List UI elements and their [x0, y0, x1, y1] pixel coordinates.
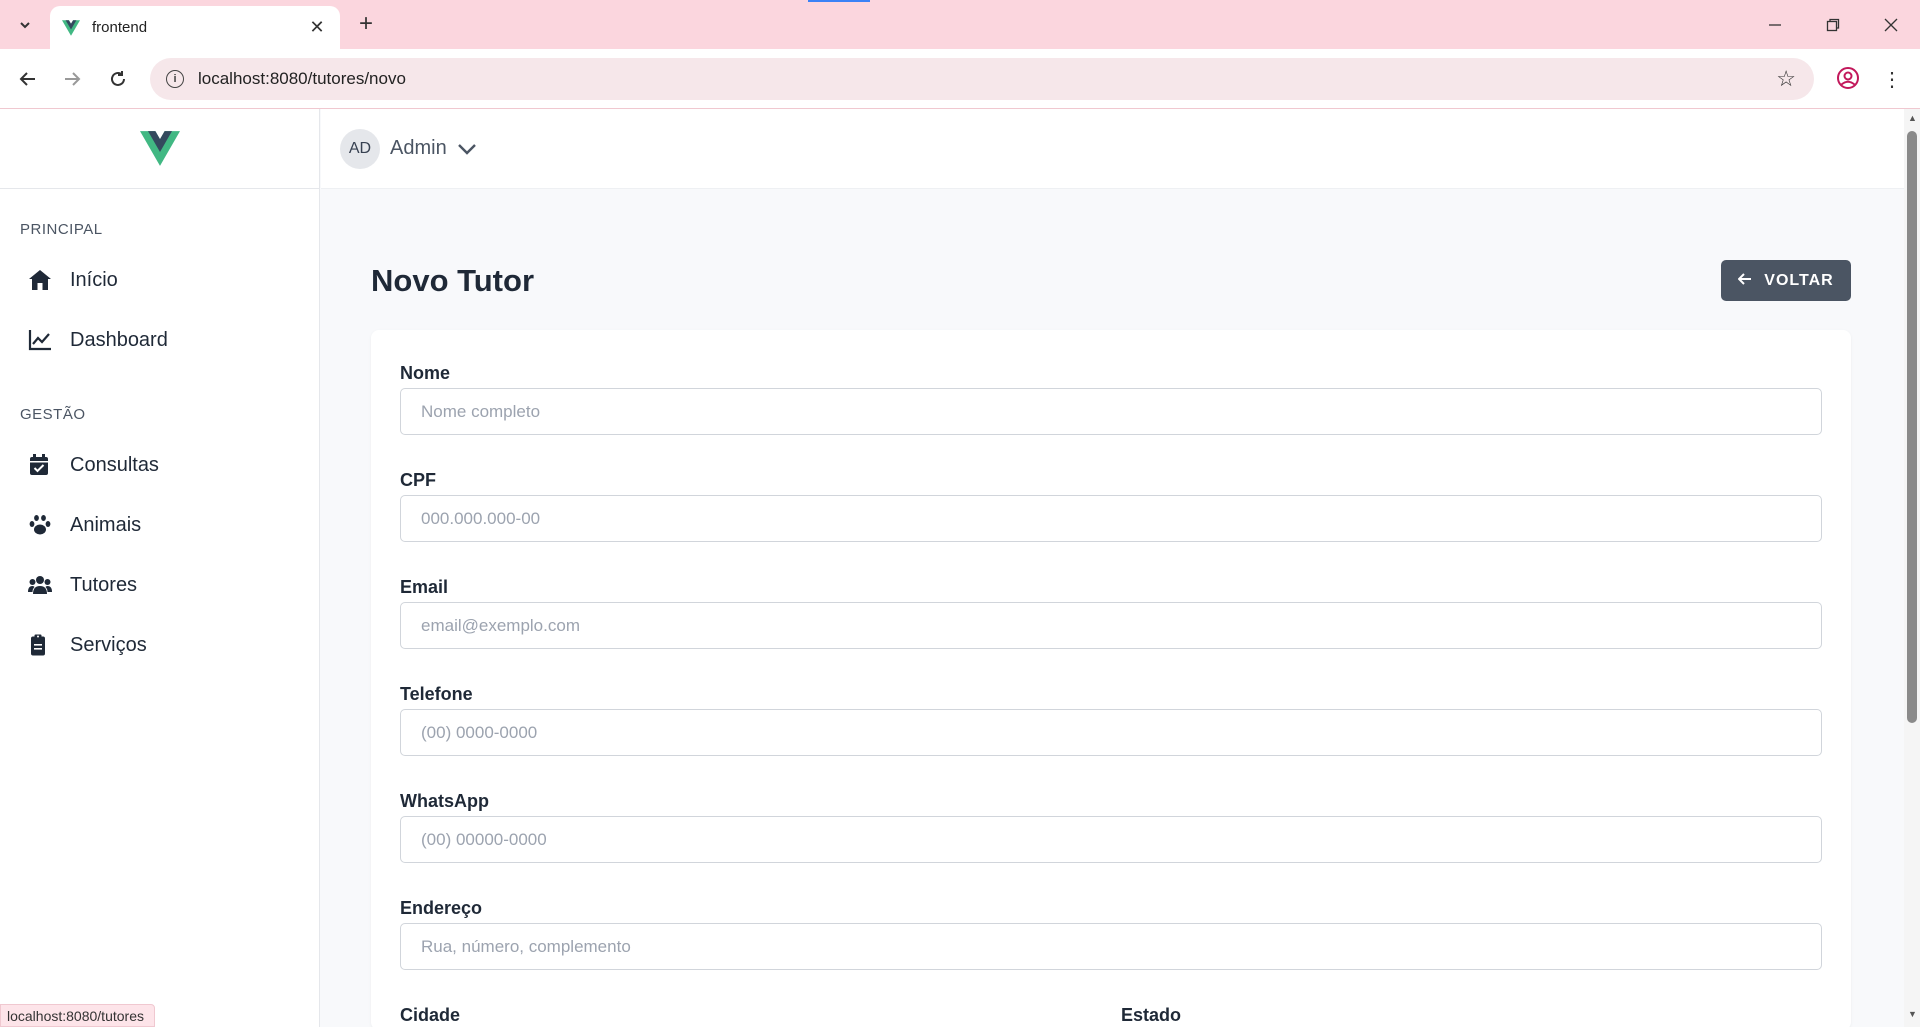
scroll-down-arrow[interactable]: ▼ [1908, 1009, 1917, 1019]
reload-button[interactable] [102, 63, 134, 95]
chevron-down-icon[interactable] [457, 142, 477, 156]
nome-label: Nome [400, 363, 451, 383]
new-tab-button[interactable]: + [352, 10, 380, 38]
scroll-thumb[interactable] [1907, 131, 1917, 723]
arrow-right-icon [65, 72, 81, 86]
email-label: Email [400, 577, 449, 597]
sidebar-item-label: Serviços [70, 633, 147, 656]
sidebar-item-tutores[interactable]: Tutores [0, 555, 319, 615]
browser-tabbar: frontend ✕ + [0, 0, 1920, 49]
app-page: PRINCIPAL Início Dashboard GESTÃO Consul… [0, 109, 1904, 1027]
sidebar-item-label: Animais [70, 513, 142, 536]
whatsapp-input[interactable] [400, 816, 1822, 863]
restore-icon [1826, 18, 1840, 31]
back-button[interactable]: VOLTAR [1721, 260, 1851, 301]
telefone-input[interactable] [400, 709, 1822, 756]
chart-line-icon [28, 330, 51, 351]
endereco-input[interactable] [400, 923, 1822, 970]
page-title: Novo Tutor [371, 263, 535, 298]
arrow-left-icon [1737, 272, 1752, 290]
calendar-check-icon [30, 454, 48, 475]
avatar[interactable]: AD [340, 128, 380, 169]
close-window-button[interactable] [1862, 0, 1920, 49]
estado-label: Estado [1121, 1005, 1182, 1025]
vue-logo-icon [62, 19, 80, 36]
address-bar[interactable]: i localhost:8080/tutores/novo ☆ [150, 58, 1814, 100]
cpf-label: CPF [400, 470, 436, 490]
restore-button[interactable] [1804, 0, 1862, 49]
sidebar-item-animais[interactable]: Animais [0, 495, 319, 555]
user-menu-name[interactable]: Admin [390, 137, 447, 160]
nav-section-gestao: GESTÃO [20, 406, 86, 423]
close-icon [1884, 18, 1898, 31]
users-icon [28, 576, 52, 594]
info-icon[interactable]: i [166, 70, 184, 88]
minimize-button[interactable] [1746, 0, 1804, 49]
back-button-label: VOLTAR [1764, 271, 1834, 289]
status-url-bubble: localhost:8080/tutores [0, 1004, 155, 1027]
cidade-label: Cidade [400, 1005, 461, 1025]
topbar: AD Admin [321, 109, 1904, 189]
nav-section-principal: PRINCIPAL [20, 221, 103, 238]
email-input[interactable] [400, 602, 1822, 649]
endereco-label: Endereço [400, 898, 483, 918]
whatsapp-label: WhatsApp [400, 791, 489, 811]
sidebar-item-label: Início [70, 268, 118, 291]
cpf-input[interactable] [400, 495, 1822, 542]
sidebar-item-label: Consultas [70, 453, 159, 476]
sidebar-item-label: Tutores [70, 573, 138, 596]
nome-input[interactable] [400, 388, 1822, 435]
scroll-up-arrow[interactable]: ▲ [1908, 113, 1917, 123]
reload-icon [111, 71, 125, 86]
browser-tab[interactable]: frontend ✕ [50, 6, 340, 49]
home-icon [29, 270, 51, 290]
paw-icon [29, 515, 51, 535]
vue-logo-icon [139, 131, 180, 166]
logo-area[interactable] [0, 109, 319, 189]
tab-title: frontend [92, 19, 148, 36]
arrow-left-icon [19, 72, 35, 86]
forward-nav-button[interactable] [56, 63, 88, 95]
tab-close-icon[interactable]: ✕ [306, 17, 328, 38]
tab-search-button[interactable] [8, 8, 42, 42]
sidebar: PRINCIPAL Início Dashboard GESTÃO Consul… [0, 109, 320, 1027]
browser-menu-icon[interactable]: ⋮ [1880, 64, 1904, 94]
telefone-label: Telefone [400, 684, 473, 704]
tutor-form: Nome CPF Email Telefone WhatsApp Endereç… [371, 330, 1851, 1027]
page-scrollbar[interactable]: ▲ ▼ [1904, 109, 1920, 1027]
sidebar-item-inicio[interactable]: Início [0, 250, 319, 310]
top-indicator [808, 0, 870, 2]
chevron-down-icon [20, 22, 30, 29]
sidebar-item-label: Dashboard [70, 328, 168, 351]
bookmark-star-icon[interactable]: ☆ [1776, 66, 1796, 92]
clipboard-icon [31, 634, 45, 656]
back-nav-button[interactable] [12, 63, 44, 95]
url-text[interactable]: localhost:8080/tutores/novo [198, 69, 1776, 89]
browser-toolbar: i localhost:8080/tutores/novo ☆ ⋮ [0, 49, 1920, 109]
sidebar-item-consultas[interactable]: Consultas [0, 435, 319, 495]
sidebar-item-servicos[interactable]: Serviços [0, 615, 319, 675]
sidebar-item-dashboard[interactable]: Dashboard [0, 310, 319, 370]
minimize-icon [1769, 23, 1781, 26]
profile-icon[interactable] [1834, 64, 1862, 92]
